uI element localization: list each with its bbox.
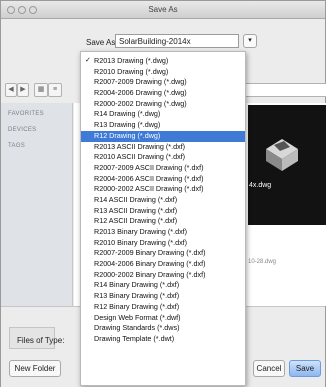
dropdown-option-label: R14 Drawing (*.dwg)	[94, 109, 161, 119]
dropdown-option-label: R2013 Drawing (*.dwg)	[94, 56, 169, 65]
new-folder-button[interactable]: New Folder	[9, 360, 61, 377]
dropdown-option[interactable]: R14 ASCII Drawing (*.dxf)	[81, 195, 245, 206]
dropdown-option[interactable]: R12 ASCII Drawing (*.dxf)	[81, 216, 245, 227]
dropdown-option-label: R14 ASCII Drawing (*.dxf)	[94, 194, 178, 204]
dropdown-option-label: R2000-2002 ASCII Drawing (*.dxf)	[94, 184, 204, 194]
checkmark-icon: ✓	[85, 57, 91, 64]
save-button[interactable]: Save	[289, 360, 321, 377]
dropdown-option-label: R2007-2009 Binary Drawing (*.dxf)	[94, 248, 206, 258]
dropdown-option[interactable]: R14 Binary Drawing (*.dxf)	[81, 280, 245, 291]
forward-icon[interactable]: ▶	[17, 83, 29, 97]
dropdown-option-label: R13 Binary Drawing (*.dxf)	[94, 291, 180, 301]
save-as-label: Save As:	[86, 38, 118, 47]
back-icon[interactable]: ◀	[5, 83, 17, 97]
sidebar-favorites-heading: FAVORITES	[8, 111, 44, 117]
sidebar-tags-heading: TAGS	[8, 143, 26, 149]
dropdown-option[interactable]: R2004-2006 ASCII Drawing (*.dxf)	[81, 174, 245, 185]
dropdown-option[interactable]: Drawing Standards (*.dws)	[81, 323, 245, 334]
sidebar-devices-heading: DEVICES	[8, 127, 37, 133]
dropdown-option-label: R14 Binary Drawing (*.dxf)	[94, 280, 180, 290]
dropdown-option-label: R13 Drawing (*.dwg)	[94, 120, 161, 130]
cancel-button[interactable]: Cancel	[253, 360, 285, 377]
files-of-type-label: Files of Type:	[17, 336, 65, 345]
dropdown-option[interactable]: R2004-2006 Binary Drawing (*.dxf)	[81, 259, 245, 270]
dropdown-option[interactable]: ✓ R2013 Drawing (*.dwg)	[81, 56, 245, 67]
icon-view-icon[interactable]: ▦	[34, 83, 48, 97]
dropdown-option-label: R2010 ASCII Drawing (*.dxf)	[94, 152, 186, 162]
dropdown-option[interactable]: R2000-2002 Binary Drawing (*.dxf)	[81, 270, 245, 281]
dropdown-option-label: R2007-2009 ASCII Drawing (*.dxf)	[94, 162, 204, 172]
dropdown-option[interactable]: R13 Binary Drawing (*.dxf)	[81, 291, 245, 302]
dropdown-option[interactable]: Drawing Template (*.dwt)	[81, 334, 245, 345]
dropdown-option-label: Drawing Template (*.dwt)	[94, 333, 175, 343]
preview-filename: 4x.dwg	[249, 182, 272, 189]
dropdown-option[interactable]: R13 Drawing (*.dwg)	[81, 120, 245, 131]
dropdown-option[interactable]: R2010 ASCII Drawing (*.dxf)	[81, 152, 245, 163]
dropdown-option[interactable]: R2007-2009 Drawing (*.dwg)	[81, 77, 245, 88]
file-preview	[248, 105, 326, 225]
dropdown-option[interactable]: R13 ASCII Drawing (*.dxf)	[81, 206, 245, 217]
dropdown-option-label: R2010 Drawing (*.dwg)	[94, 66, 169, 76]
dropdown-option[interactable]: R2010 Drawing (*.dwg)	[81, 67, 245, 78]
dropdown-option-label: R12 Drawing (*.dwg)	[94, 130, 161, 140]
dropdown-option-label: Design Web Format (*.dwf)	[94, 312, 181, 322]
dropdown-option[interactable]: R12 Binary Drawing (*.dxf)	[81, 302, 245, 313]
title-bar: Save As	[1, 1, 325, 19]
dropdown-option-label: R2007-2009 Drawing (*.dwg)	[94, 77, 187, 87]
dropdown-option[interactable]: R2000-2002 Drawing (*.dwg)	[81, 99, 245, 110]
file-date-text: 10-28.dwg	[248, 259, 277, 265]
dropdown-option-label: R2013 ASCII Drawing (*.dxf)	[94, 141, 186, 151]
dropdown-option-label: R2010 Binary Drawing (*.dxf)	[94, 237, 188, 247]
save-as-dialog: Save As Save As: SolarBuilding-2014x ▾ ◀…	[0, 0, 326, 387]
dropdown-option-label: R2004-2006 ASCII Drawing (*.dxf)	[94, 173, 204, 183]
sidebar: FAVORITES DEVICES TAGS	[1, 103, 73, 306]
dropdown-option[interactable]: R12 Drawing (*.dwg)	[81, 130, 245, 142]
dropdown-option[interactable]: R2013 ASCII Drawing (*.dxf)	[81, 142, 245, 153]
window-title: Save As	[148, 5, 178, 14]
filename-input[interactable]: SolarBuilding-2014x	[115, 34, 239, 48]
dropdown-option[interactable]: R14 Drawing (*.dwg)	[81, 109, 245, 120]
dropdown-option-label: R2004-2006 Binary Drawing (*.dxf)	[94, 259, 206, 269]
file-type-dropdown-menu: ✓ R2013 Drawing (*.dwg) R2010 Drawing (*.d…	[80, 51, 246, 386]
dropdown-option[interactable]: Design Web Format (*.dwf)	[81, 313, 245, 324]
drawing-thumbnail-icon	[266, 139, 298, 171]
dropdown-option[interactable]: R2007-2009 Binary Drawing (*.dxf)	[81, 248, 245, 259]
list-view-icon[interactable]: ≡	[48, 83, 62, 97]
dropdown-option-label: Drawing Standards (*.dws)	[94, 323, 180, 333]
dropdown-option-label: R2004-2006 Drawing (*.dwg)	[94, 88, 187, 98]
expand-dialog-button[interactable]: ▾	[243, 34, 257, 48]
dropdown-option[interactable]: R2010 Binary Drawing (*.dxf)	[81, 238, 245, 249]
dropdown-option-label: R12 ASCII Drawing (*.dxf)	[94, 216, 178, 226]
dropdown-option[interactable]: R2013 Binary Drawing (*.dxf)	[81, 227, 245, 238]
dropdown-option[interactable]: R2004-2006 Drawing (*.dwg)	[81, 88, 245, 99]
dropdown-option-label: R12 Binary Drawing (*.dxf)	[94, 301, 180, 311]
dropdown-option-label: R2013 Binary Drawing (*.dxf)	[94, 227, 188, 236]
dropdown-option-label: R13 ASCII Drawing (*.dxf)	[94, 205, 178, 215]
dropdown-option-label: R2000-2002 Binary Drawing (*.dxf)	[94, 269, 206, 279]
search-input[interactable]: Q	[233, 83, 326, 97]
dropdown-option[interactable]: R2007-2009 ASCII Drawing (*.dxf)	[81, 163, 245, 174]
dropdown-option-label: R2000-2002 Drawing (*.dwg)	[94, 98, 187, 108]
dropdown-option[interactable]: R2000-2002 ASCII Drawing (*.dxf)	[81, 184, 245, 195]
